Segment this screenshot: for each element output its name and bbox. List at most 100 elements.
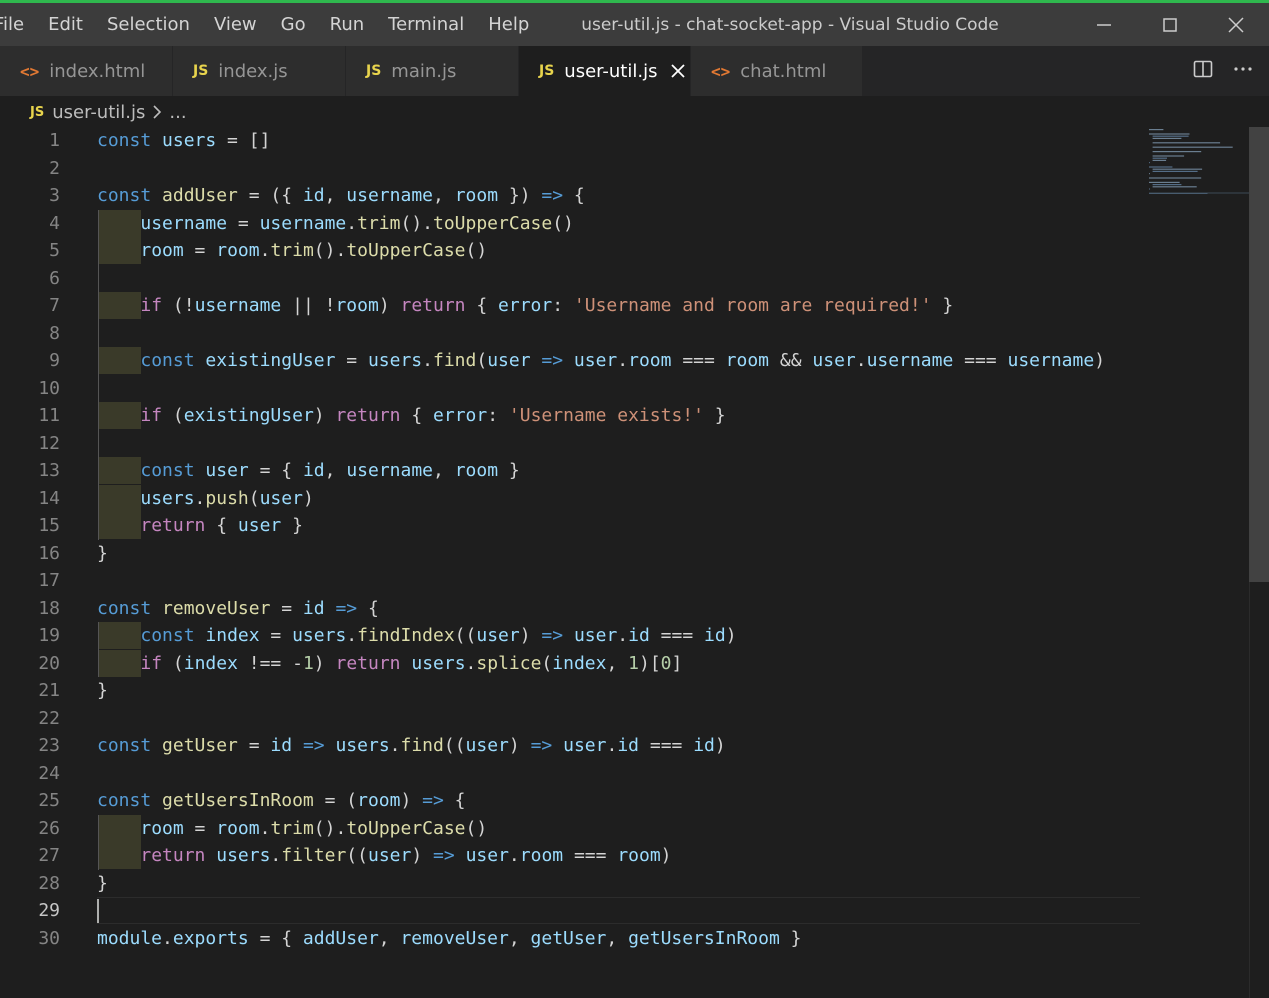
line-number: 27 bbox=[38, 845, 60, 866]
window-title: user-util.js - chat-socket-app - Visual … bbox=[581, 14, 999, 35]
line-number: 15 bbox=[38, 515, 60, 536]
tab-close-button[interactable] bbox=[671, 64, 686, 78]
code-line[interactable]: 22 bbox=[0, 705, 1140, 732]
code-line[interactable]: 2 bbox=[0, 155, 1140, 182]
code-text: const getUser = id => users.find((user) … bbox=[97, 735, 726, 756]
minimap-line bbox=[1152, 151, 1202, 153]
minimap-line bbox=[1149, 177, 1202, 179]
line-number: 20 bbox=[38, 652, 60, 674]
code-text: const getUsersInRoom = (room) => { bbox=[97, 790, 466, 811]
code-editor[interactable]: 1 const users = [] 2 3 const addUser = ({ id… bbox=[0, 127, 1140, 998]
line-number: 25 bbox=[38, 790, 60, 811]
code-text: username = username.trim().toUpperCase() bbox=[140, 212, 574, 234]
menu-file[interactable]: File bbox=[0, 14, 36, 35]
code-line[interactable]: 14 users.push(user) bbox=[0, 484, 1140, 512]
menu-terminal[interactable]: Terminal bbox=[376, 14, 476, 35]
menu-bar: File Edit Selection View Go Run Terminal… bbox=[0, 3, 541, 46]
code-line[interactable]: 17 bbox=[0, 567, 1140, 594]
js-file-icon: JS bbox=[366, 63, 382, 79]
code-line[interactable]: 27 return users.filter((user) => user.ro… bbox=[0, 842, 1140, 869]
line-number: 2 bbox=[49, 157, 60, 179]
code-line[interactable]: 15 return { user } bbox=[0, 512, 1140, 539]
code-line[interactable]: 19 const index = users.findIndex((user) … bbox=[0, 622, 1140, 649]
code-line[interactable]: 25 const getUsersInRoom = (room) => { bbox=[0, 787, 1140, 814]
tab-label: chat.html bbox=[740, 60, 827, 82]
tab-index-html[interactable]: <> index.html bbox=[0, 46, 173, 96]
code-line[interactable]: 11 if (existingUser) return { error: 'Us… bbox=[0, 402, 1140, 429]
minimap-line bbox=[1152, 157, 1167, 159]
code-line[interactable]: 23 const getUser = id => users.find((user… bbox=[0, 732, 1140, 759]
more-actions-button[interactable] bbox=[1233, 59, 1253, 83]
line-number: 29 bbox=[38, 900, 60, 921]
code-line[interactable]: 10 bbox=[0, 375, 1140, 402]
code-text: if (!username || !room) return { error: … bbox=[140, 295, 954, 316]
minimap-line bbox=[1149, 188, 1150, 190]
line-number: 21 bbox=[38, 680, 60, 701]
breadcrumb-symbol[interactable]: ... bbox=[169, 102, 186, 123]
menu-selection[interactable]: Selection bbox=[95, 14, 202, 35]
line-number: 13 bbox=[38, 460, 60, 481]
code-line[interactable]: 21} bbox=[0, 677, 1140, 704]
ellipsis-icon bbox=[1234, 67, 1252, 71]
code-line[interactable]: 4 username = username.trim().toUpperCase… bbox=[0, 209, 1140, 237]
code-line[interactable]: 28} bbox=[0, 870, 1140, 897]
minimap-line bbox=[1152, 170, 1198, 172]
split-editor-icon bbox=[1193, 60, 1213, 78]
line-number: 17 bbox=[38, 570, 60, 591]
code-line[interactable]: 13 const user = { id, username, room } bbox=[0, 457, 1140, 484]
close-icon bbox=[1228, 16, 1244, 33]
minimap-line bbox=[1149, 162, 1150, 164]
minimize-button[interactable] bbox=[1071, 3, 1137, 46]
minimap-line bbox=[1152, 137, 1182, 139]
tab-chat-html[interactable]: <> chat.html bbox=[691, 46, 863, 96]
code-line[interactable]: 8 bbox=[0, 320, 1140, 347]
minimap-line bbox=[1152, 168, 1203, 170]
code-line[interactable]: 16} bbox=[0, 540, 1140, 567]
breadcrumb-file[interactable]: user-util.js bbox=[52, 102, 145, 123]
menu-edit[interactable]: Edit bbox=[36, 14, 95, 35]
menu-go[interactable]: Go bbox=[269, 14, 318, 35]
code-line[interactable]: 5 room = room.trim().toUpperCase() bbox=[0, 237, 1140, 264]
code-line[interactable]: 24 bbox=[0, 760, 1140, 787]
minimap-line bbox=[1149, 173, 1150, 175]
minimap-line bbox=[1152, 155, 1185, 157]
tab-user-util-js[interactable]: JS user-util.js bbox=[519, 46, 691, 96]
text-cursor bbox=[97, 899, 99, 923]
editor-actions bbox=[1193, 46, 1253, 96]
code-text: const user = { id, username, room } bbox=[140, 460, 520, 481]
code-line[interactable]: 12 bbox=[0, 430, 1140, 457]
maximize-icon bbox=[1163, 17, 1177, 32]
code-line[interactable]: 20 if (index !== -1) return users.splice… bbox=[0, 649, 1140, 677]
code-line[interactable]: 29 bbox=[0, 897, 1140, 924]
code-text: return { user } bbox=[140, 515, 303, 536]
code-line[interactable]: 3 const addUser = ({ id, username, room }… bbox=[0, 182, 1140, 209]
menu-run[interactable]: Run bbox=[318, 14, 377, 35]
indent-guide bbox=[98, 814, 99, 870]
scrollbar-thumb[interactable] bbox=[1249, 127, 1269, 582]
code-line[interactable]: 18 const removeUser = id => { bbox=[0, 595, 1140, 622]
code-text: module.exports = { addUser, removeUser, … bbox=[97, 927, 802, 949]
code-line[interactable]: 26 room = room.trim().toUpperCase() bbox=[0, 814, 1140, 842]
menu-help[interactable]: Help bbox=[476, 14, 541, 35]
tab-index-js[interactable]: JS index.js bbox=[173, 46, 346, 96]
close-window-button[interactable] bbox=[1203, 3, 1269, 46]
code-line[interactable]: 6 bbox=[0, 265, 1140, 292]
minimap[interactable] bbox=[1145, 127, 1249, 207]
code-text: } bbox=[97, 680, 108, 701]
code-line[interactable]: 9 const existingUser = users.find(user =… bbox=[0, 347, 1140, 374]
minimap-line bbox=[1149, 166, 1173, 168]
menu-view[interactable]: View bbox=[202, 14, 269, 35]
title-bar: File Edit Selection View Go Run Terminal… bbox=[0, 0, 1269, 46]
code-line[interactable]: 30 module.exports = { addUser, removeUser… bbox=[0, 925, 1140, 952]
minimap-line bbox=[1152, 184, 1182, 186]
tab-main-js[interactable]: JS main.js bbox=[346, 46, 519, 96]
maximize-button[interactable] bbox=[1137, 3, 1203, 46]
line-number: 26 bbox=[38, 817, 60, 839]
split-editor-button[interactable] bbox=[1193, 59, 1213, 83]
code-line[interactable]: 1 const users = [] bbox=[0, 127, 1140, 154]
line-number: 11 bbox=[38, 405, 60, 426]
code-line[interactable]: 7 if (!username || !room) return { error… bbox=[0, 292, 1140, 319]
js-file-icon: JS bbox=[193, 63, 209, 79]
minimap-line bbox=[1152, 146, 1233, 148]
html-file-icon: <> bbox=[20, 61, 40, 81]
